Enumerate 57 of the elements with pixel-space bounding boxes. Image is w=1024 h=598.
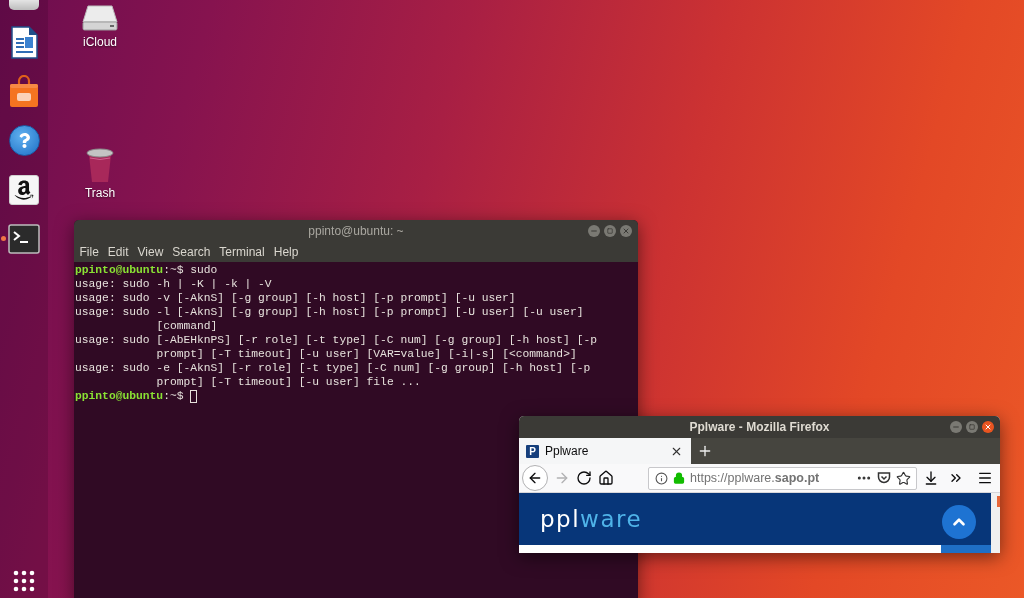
back-button[interactable] <box>522 465 548 491</box>
document-icon[interactable] <box>10 26 38 59</box>
app-grid-icon[interactable] <box>13 570 35 592</box>
new-tab-icon[interactable] <box>697 443 713 459</box>
chevron-shield-icon[interactable] <box>877 471 891 485</box>
close-icon <box>984 423 992 431</box>
minimize-button[interactable] <box>588 225 600 237</box>
menu-item[interactable]: Terminal <box>214 245 270 259</box>
drive-icon[interactable] <box>82 4 118 32</box>
scroll-top-button[interactable] <box>942 505 976 539</box>
window-title: ppinto@ubuntu: ~ <box>308 224 404 238</box>
output-line: [command] <box>156 319 218 333</box>
page-block <box>941 545 991 553</box>
scrollbar-thumb[interactable] <box>997 496 1000 507</box>
reload-icon[interactable] <box>576 470 592 486</box>
site-logo[interactable]: pplware <box>540 506 643 532</box>
browser-tab[interactable]: P Pplware <box>519 438 691 464</box>
output-line: usage: sudo -l [-AknS] [-g group] [-h host] [-p prompt] [-U user] [-u user] <box>75 305 584 319</box>
home-icon[interactable] <box>598 470 614 486</box>
star-icon[interactable] <box>896 470 911 486</box>
output-line: usage: sudo -e [-AknS] [-r role] [-t type] [-C num] [-g group] [-h host] [-p <box>75 361 591 375</box>
letter-a-icon[interactable] <box>9 174 39 205</box>
menu-item[interactable]: Search <box>167 245 215 259</box>
minus-icon <box>590 227 598 235</box>
output-line: prompt] [-T timeout] [-u user] file ... <box>156 375 421 389</box>
menu-item[interactable]: File <box>75 245 104 259</box>
menu-item[interactable]: Edit <box>103 245 134 259</box>
desktop-icon-label[interactable]: Trash <box>84 186 116 200</box>
minus-icon <box>952 423 960 431</box>
prompt-line: ppinto@ubuntu:~$ sudo <box>75 263 218 277</box>
desktop-icon-label[interactable]: iCloud <box>83 35 117 49</box>
lock-icon <box>673 472 685 484</box>
scrollbar-track[interactable] <box>991 493 1000 553</box>
output-line: prompt] [-T timeout] [-u user] [VAR=value] [-i|-s] [<command>] <box>156 347 577 361</box>
question-mark-icon[interactable] <box>8 125 40 156</box>
maximize-button[interactable] <box>966 421 978 433</box>
output-line: usage: sudo -v [-AknS] [-g group] [-h host] [-p prompt] [-u user] <box>75 291 516 305</box>
output-line: usage: sudo -h | -K | -k | -V <box>75 277 272 291</box>
maximize-button[interactable] <box>604 225 616 237</box>
menu-item[interactable]: Help <box>269 245 303 259</box>
output-line: usage: sudo [-AbEHknPS] [-r role] [-t type] [-C num] [-g group] [-h host] [-p <box>75 333 597 347</box>
shopping-bag-icon[interactable] <box>8 75 40 108</box>
url-text: https://pplware.sapo.pt <box>690 471 821 485</box>
favicon-icon: P <box>526 444 539 458</box>
app-icon[interactable] <box>9 0 39 10</box>
menu-icon[interactable] <box>977 470 993 486</box>
trash-can-icon[interactable] <box>85 147 115 183</box>
address-bar[interactable]: https://pplware.sapo.pt <box>648 466 917 490</box>
close-icon <box>622 227 630 235</box>
info-icon[interactable] <box>655 471 668 485</box>
minimize-button[interactable] <box>950 421 962 433</box>
close-button[interactable] <box>982 421 994 433</box>
window-title: Pplware - Mozilla Firefox <box>689 420 830 434</box>
download-icon[interactable] <box>923 470 939 486</box>
terminal-icon[interactable] <box>8 223 40 254</box>
menu-item[interactable]: View <box>133 245 168 259</box>
prompt-line: ppinto@ubuntu:~$ <box>75 389 184 403</box>
